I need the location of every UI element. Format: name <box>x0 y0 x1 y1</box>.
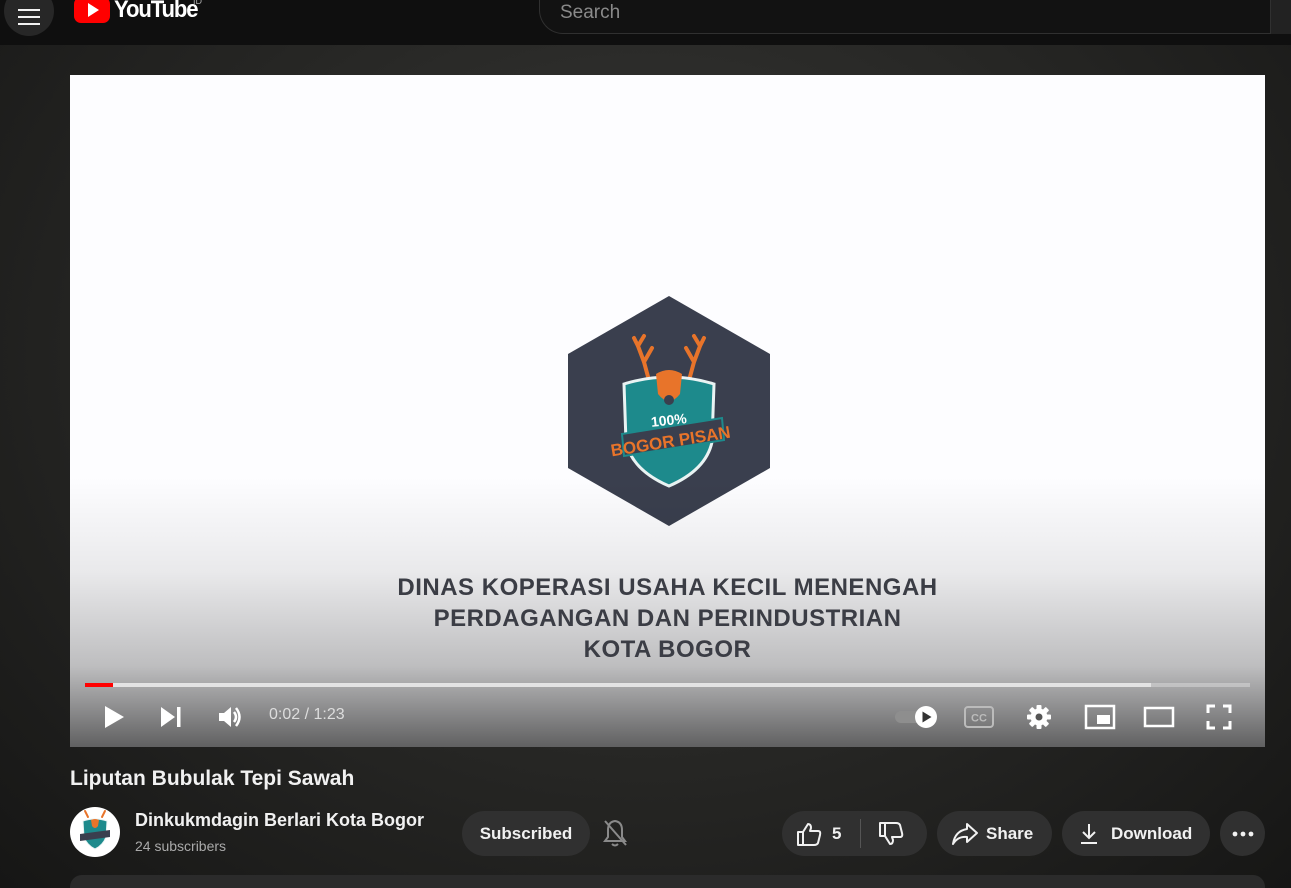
download-icon <box>1081 823 1097 844</box>
buffer-bar <box>85 683 1151 687</box>
time-separator: / <box>300 706 314 723</box>
time-current: 0:02 <box>269 706 301 723</box>
settings-button[interactable] <box>1024 703 1054 731</box>
captions-button[interactable]: CC <box>963 705 995 729</box>
hamburger-icon <box>18 9 40 25</box>
video-player[interactable]: 100% BOGOR PISAN DINAS KOPERASI USAHA KE… <box>70 75 1265 747</box>
play-button[interactable] <box>100 702 128 732</box>
like-button[interactable]: 5 <box>782 811 860 856</box>
miniplayer-icon <box>1084 704 1116 730</box>
gear-icon <box>1027 705 1051 729</box>
thumbs-up-icon <box>797 822 822 846</box>
download-label: Download <box>1111 823 1193 843</box>
download-button[interactable]: Download <box>1062 811 1210 856</box>
thumbs-down-icon <box>879 821 904 845</box>
subscriber-count: 24 subscribers <box>135 838 227 854</box>
next-icon <box>161 707 181 727</box>
fullscreen-button[interactable] <box>1205 704 1233 730</box>
subscribed-button[interactable]: Subscribed <box>462 811 590 856</box>
dislike-button[interactable] <box>861 811 927 856</box>
fullscreen-icon <box>1206 704 1232 730</box>
captions-icon: CC <box>964 706 994 728</box>
notification-bell-button[interactable] <box>600 817 630 849</box>
share-icon <box>952 822 978 845</box>
like-count: 5 <box>832 823 842 843</box>
channel-name[interactable]: Dinkukmdagin Berlari Kota Bogor <box>135 810 424 831</box>
more-actions-button[interactable] <box>1220 811 1265 856</box>
country-code: ID <box>193 0 202 6</box>
search-input[interactable] <box>560 1 1250 25</box>
theater-mode-button[interactable] <box>1142 706 1176 728</box>
theater-icon <box>1143 706 1175 728</box>
subscribed-label: Subscribed <box>479 823 573 843</box>
autoplay-icon <box>895 706 937 728</box>
agency-line-2: PERDAGANGAN DAN PERINDUSTRIAN <box>433 605 902 632</box>
time-duration: 1:23 <box>313 706 345 723</box>
logo-wordmark: YouTube <box>114 0 199 23</box>
more-horizontal-icon <box>1232 831 1253 836</box>
agency-line-3: KOTA BOGOR <box>583 636 752 663</box>
time-display: 0:02 / 1:23 <box>269 706 345 724</box>
channel-logo-icon <box>80 810 110 850</box>
search-box <box>539 0 1271 34</box>
top-bar: YouTube ID <box>0 0 1291 45</box>
share-button[interactable]: Share <box>937 811 1052 856</box>
bell-off-icon <box>603 819 627 847</box>
progress-bar[interactable] <box>85 683 1250 687</box>
youtube-play-icon <box>74 0 110 23</box>
played-bar <box>85 683 113 687</box>
menu-button[interactable] <box>4 0 54 36</box>
volume-icon <box>219 707 241 727</box>
channel-avatar[interactable] <box>70 807 120 857</box>
autoplay-toggle[interactable] <box>892 705 940 729</box>
share-label: Share <box>986 823 1034 843</box>
miniplayer-button[interactable] <box>1083 704 1117 730</box>
description-box[interactable] <box>70 875 1265 888</box>
like-dislike-group: 5 <box>782 811 927 856</box>
volume-button[interactable] <box>216 703 246 731</box>
search-button[interactable] <box>1270 0 1291 34</box>
svg-text:CC: CC <box>971 713 987 725</box>
video-title: Liputan Bubulak Tepi Sawah <box>70 767 355 790</box>
play-icon <box>105 706 124 728</box>
youtube-logo[interactable]: YouTube ID <box>74 0 205 24</box>
next-button[interactable] <box>158 704 184 730</box>
agency-line-1: DINAS KOPERASI USAHA KECIL MENENGAH <box>397 574 938 601</box>
